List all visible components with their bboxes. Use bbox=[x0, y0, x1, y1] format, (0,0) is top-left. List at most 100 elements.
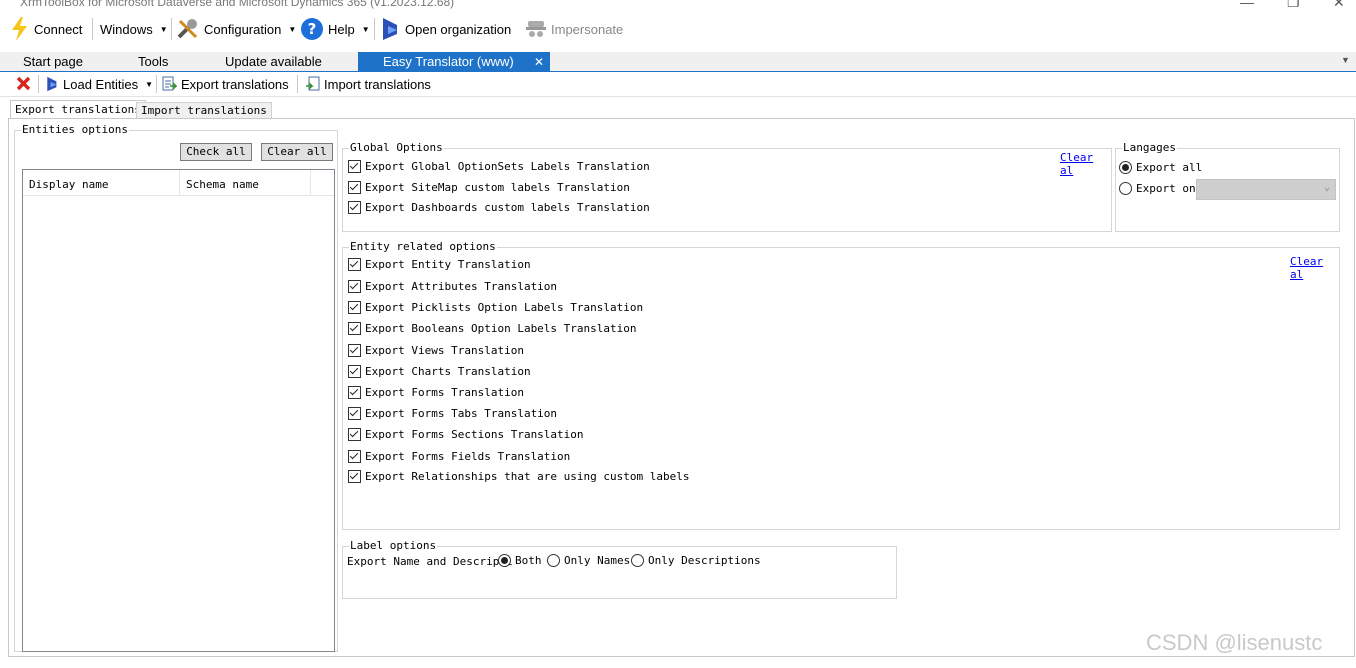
checkbox-label: Export Entity Translation bbox=[365, 258, 531, 271]
checkbox-relationships[interactable]: Export Relationships that are using cust… bbox=[348, 470, 690, 483]
connect-button[interactable]: Connect bbox=[10, 12, 82, 46]
open-organization-label: Open organization bbox=[405, 21, 512, 37]
tab-label: Import translations bbox=[141, 104, 267, 117]
radio-icon bbox=[1119, 182, 1132, 195]
checkbox-label: Export Dashboards custom labels Translat… bbox=[365, 201, 650, 214]
list-header: Display name Schema name bbox=[23, 170, 334, 196]
checkbox-attributes[interactable]: Export Attributes Translation bbox=[348, 280, 557, 293]
radio-only-names[interactable]: Only Names bbox=[547, 554, 630, 567]
tab-update-available[interactable]: Update available bbox=[225, 52, 322, 71]
checkbox-icon bbox=[348, 280, 361, 293]
export-icon bbox=[162, 76, 177, 91]
radio-label: Export all bbox=[1136, 161, 1203, 174]
help-menu[interactable]: ? Help ▼ bbox=[300, 12, 370, 46]
maximize-icon[interactable]: ❐ bbox=[1287, 0, 1300, 11]
checkbox-picklists[interactable]: Export Picklists Option Labels Translati… bbox=[348, 301, 643, 314]
connect-label: Connect bbox=[34, 21, 83, 37]
checkbox-entity[interactable]: Export Entity Translation bbox=[348, 258, 531, 271]
checkbox-icon bbox=[348, 201, 361, 214]
import-translations-label: Import translations bbox=[324, 76, 431, 92]
svg-text:?: ? bbox=[308, 20, 317, 38]
checkbox-booleans[interactable]: Export Booleans Option Labels Translatio… bbox=[348, 322, 637, 335]
checkbox-label: Export Views Translation bbox=[365, 344, 524, 357]
check-all-button[interactable]: Check all bbox=[180, 143, 252, 161]
dynamics-icon bbox=[47, 76, 57, 92]
checkbox-forms[interactable]: Export Forms Translation bbox=[348, 386, 524, 399]
close-plugin-icon[interactable] bbox=[16, 76, 31, 91]
entity-options-group: Entity related options Clear al Export E… bbox=[342, 240, 1340, 530]
load-entities-button[interactable]: Load Entities ▼ bbox=[46, 72, 153, 96]
checkbox-label: Export Global OptionSets Labels Translat… bbox=[365, 160, 650, 173]
clear-entity-link[interactable]: Clear al bbox=[1290, 255, 1339, 281]
checkbox-forms-tabs[interactable]: Export Forms Tabs Translation bbox=[348, 407, 557, 420]
entities-options-group: Entities options Check all Clear all Dis… bbox=[14, 123, 338, 652]
radio-both[interactable]: Both bbox=[498, 554, 542, 567]
impersonate-icon bbox=[526, 21, 546, 37]
radio-label: Both bbox=[515, 554, 542, 567]
import-translations-button[interactable]: Import translations bbox=[305, 72, 431, 96]
checkbox-icon bbox=[348, 386, 361, 399]
clear-global-link[interactable]: Clear al bbox=[1060, 151, 1111, 177]
window-title: XrmToolBox for Microsoft Dataverse and M… bbox=[20, 0, 455, 9]
radio-export-only[interactable]: Export onl bbox=[1119, 182, 1202, 195]
label-options-group: Label options Export Name and Descripti … bbox=[342, 539, 897, 599]
checkbox-icon bbox=[348, 470, 361, 483]
configuration-menu[interactable]: Configuration ▼ bbox=[176, 12, 296, 46]
tab-label: Export translations bbox=[15, 103, 141, 116]
checkbox-icon bbox=[348, 181, 361, 194]
checkbox-forms-fields[interactable]: Export Forms Fields Translation bbox=[348, 450, 570, 463]
column-schema-name[interactable]: Schema name bbox=[186, 178, 259, 191]
tab-label: Start page bbox=[23, 54, 83, 69]
close-window-icon[interactable]: ✕ bbox=[1333, 0, 1345, 11]
tab-easy-translator[interactable]: Easy Translator (www) ✕ bbox=[358, 52, 550, 71]
checkbox-icon bbox=[348, 365, 361, 378]
radio-export-all[interactable]: Export all bbox=[1119, 161, 1202, 174]
checkbox-sitemap[interactable]: Export SiteMap custom labels Translation bbox=[348, 181, 630, 194]
windows-menu[interactable]: Windows ▼ bbox=[100, 12, 168, 46]
export-tab-page: Entities options Check all Clear all Dis… bbox=[8, 118, 1355, 657]
radio-label: Only Descriptions bbox=[648, 554, 761, 567]
global-options-title: Global Options bbox=[349, 141, 444, 154]
radio-only-descriptions[interactable]: Only Descriptions bbox=[631, 554, 761, 567]
close-tab-icon[interactable]: ✕ bbox=[534, 52, 544, 72]
checkbox-dashboards[interactable]: Export Dashboards custom labels Translat… bbox=[348, 201, 650, 214]
export-translations-button[interactable]: Export translations bbox=[162, 72, 289, 96]
impersonate-label: Impersonate bbox=[551, 21, 624, 37]
radio-icon bbox=[547, 554, 560, 567]
column-display-name[interactable]: Display name bbox=[29, 178, 108, 191]
checkbox-icon bbox=[348, 301, 361, 314]
tab-start-page[interactable]: Start page bbox=[23, 52, 83, 71]
radio-icon bbox=[498, 554, 511, 567]
minimize-icon[interactable]: — bbox=[1240, 0, 1254, 10]
impersonate-button[interactable]: Impersonate bbox=[525, 12, 623, 46]
watermark: CSDN @lisenustc bbox=[1146, 630, 1323, 655]
languages-group: Langages Export all Export onl ⌄ bbox=[1115, 141, 1340, 232]
checkbox-label: Export Forms Tabs Translation bbox=[365, 407, 558, 420]
open-organization-button[interactable]: Open organization bbox=[381, 12, 511, 46]
checkbox-views[interactable]: Export Views Translation bbox=[348, 344, 524, 357]
checkbox-label: Export SiteMap custom labels Translation bbox=[365, 181, 630, 194]
entities-list[interactable]: Display name Schema name bbox=[22, 169, 335, 652]
checkbox-forms-sections[interactable]: Export Forms Sections Translation bbox=[348, 428, 584, 441]
clear-all-button[interactable]: Clear all bbox=[261, 143, 333, 161]
language-select[interactable]: ⌄ bbox=[1196, 179, 1336, 200]
checkbox-charts[interactable]: Export Charts Translation bbox=[348, 365, 531, 378]
windows-label: Windows bbox=[100, 21, 153, 37]
tab-export-translations[interactable]: Export translations bbox=[10, 100, 146, 120]
radio-icon bbox=[631, 554, 644, 567]
checkbox-icon bbox=[348, 428, 361, 441]
export-translations-label: Export translations bbox=[181, 76, 289, 92]
tab-tools[interactable]: Tools bbox=[138, 52, 168, 71]
chevron-down-icon: ▼ bbox=[361, 24, 370, 34]
load-entities-label: Load Entities bbox=[63, 76, 139, 92]
radio-label: Only Names bbox=[564, 554, 631, 567]
checkbox-label: Export Forms Fields Translation bbox=[365, 450, 571, 463]
checkbox-global-optionsets[interactable]: Export Global OptionSets Labels Translat… bbox=[348, 160, 650, 173]
checkbox-icon bbox=[348, 258, 361, 271]
title-bar: XrmToolBox for Microsoft Dataverse and M… bbox=[0, 0, 1356, 12]
checkbox-label: Export Attributes Translation bbox=[365, 280, 558, 293]
chevron-down-icon: ▼ bbox=[288, 24, 297, 34]
label-options-title: Label options bbox=[349, 539, 438, 552]
tabs-overflow-icon[interactable]: ▼ bbox=[1341, 55, 1350, 65]
configuration-label: Configuration bbox=[204, 21, 282, 37]
